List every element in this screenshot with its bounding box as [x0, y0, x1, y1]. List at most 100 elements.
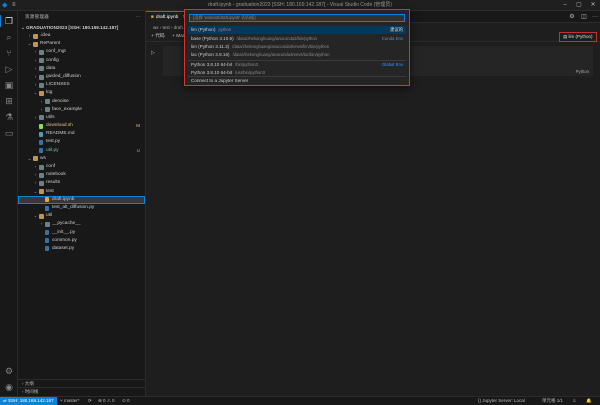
tree-row[interactable]: ⌄ util	[18, 212, 145, 220]
maximize-icon[interactable]: ▢	[572, 0, 586, 11]
chevron-right-icon: ›	[40, 98, 43, 104]
chevron-right-icon: ›	[34, 172, 37, 178]
jupyter-server-indicator[interactable]: {} Jupyter Server: Local	[478, 397, 525, 405]
close-window-icon[interactable]: ✕	[586, 0, 600, 11]
kernel-option[interactable]: Python 3.8.10 64-bit/bin/python3 Global E…	[188, 61, 406, 69]
tree-row[interactable]: › __pycache__	[18, 220, 145, 228]
tree-row[interactable]: › data	[18, 65, 145, 73]
kernel-option-label: Connect to a Jupyter Server	[191, 78, 249, 83]
outline-section[interactable]: › 大纲	[18, 379, 145, 387]
notifications-icon[interactable]: 🔔	[586, 397, 592, 405]
kernel-option[interactable]: lim (Python) python 建议的	[188, 26, 406, 34]
extensions-icon[interactable]: ⊞	[3, 95, 15, 107]
more-actions-editor-icon[interactable]: ···	[591, 13, 599, 21]
feedback-icon[interactable]: ☺	[572, 397, 577, 405]
kernel-option[interactable]: base (Python 3.10.9)/data/zhekonghuang/a…	[188, 35, 406, 43]
explorer-title: 资源管理器	[25, 14, 49, 19]
chevron-right-icon: ›	[28, 33, 31, 38]
kernel-picker-button[interactable]: ▤ lim (Python)	[559, 32, 597, 42]
tab-label: draft.ipynb	[155, 15, 179, 20]
kernel-option[interactable]: Connect to a Jupyter Server	[188, 77, 406, 85]
cell-language[interactable]: Python	[576, 69, 589, 74]
remote-explorer-icon[interactable]: ▣	[3, 79, 15, 91]
tree-row[interactable]: dataset.py	[18, 245, 145, 253]
run-cell-icon[interactable]: ▷	[151, 50, 157, 56]
kernel-label: lim (Python)	[568, 34, 593, 39]
workspace-root[interactable]: ⌄ GRADUATION2023 [SSH: 180.169.142.187]	[18, 23, 145, 32]
tree-row[interactable]: test.py	[18, 138, 145, 146]
tree-row[interactable]: › denoise	[18, 98, 145, 106]
cell-position[interactable]: 单元格 1/1	[542, 397, 563, 405]
chevron-down-icon: ⌄	[33, 90, 38, 96]
tree-row[interactable]: › conf_mgt	[18, 48, 145, 56]
ports-indicator[interactable]: ⊙ 0	[122, 397, 130, 405]
tree-row-label: test.py	[46, 139, 61, 145]
chevron-right-icon: ›	[34, 65, 37, 71]
file-icon	[45, 197, 49, 203]
tree-row[interactable]: README.md	[18, 130, 145, 138]
tree-row[interactable]: › utils	[18, 114, 145, 122]
tree-row[interactable]: › guided_diffusion	[18, 73, 145, 81]
kernel-option-path: /data/zhekonghuang/anaconda3/envs/lac/bi…	[232, 52, 330, 57]
branch-indicator[interactable]: ⑂ master*	[60, 397, 79, 405]
testing-icon[interactable]: ⚗	[3, 111, 15, 123]
tree-row-label: download.sh	[46, 123, 73, 129]
tree-row[interactable]: ⌄ test	[18, 188, 145, 196]
tree-row[interactable]: download.sh M	[18, 122, 145, 130]
tree-row-label: config	[46, 57, 59, 63]
file-icon	[45, 238, 49, 244]
tree-row-label: test	[46, 188, 54, 194]
tree-row-label: util.py	[46, 147, 59, 153]
kernel-option-label: lim (Python)	[191, 27, 216, 32]
remote-indicator[interactable]: ⇌ SSH: 180.169.142.187	[0, 397, 57, 405]
account-icon[interactable]: ◉	[3, 381, 15, 393]
tree-row-label: __init__.py	[52, 229, 76, 235]
chevron-right-icon: ›	[34, 164, 37, 169]
tree-row[interactable]: › conf	[18, 163, 145, 171]
kernel-option[interactable]: lac (Python 3.8.16)/data/zhekonghuang/an…	[188, 51, 406, 59]
explorer-header: 资源管理器 ···	[18, 11, 145, 23]
tree-row[interactable]: › notebook	[18, 171, 145, 179]
source-control-icon[interactable]: ⑂	[3, 47, 15, 59]
tree-row[interactable]: › config	[18, 57, 145, 65]
settings-icon[interactable]: ⚙	[568, 13, 576, 21]
add-code-cell-button[interactable]: + 代码	[151, 34, 165, 39]
kernel-option-category: 建议的	[390, 27, 403, 32]
settings-gear-icon[interactable]: ⚙	[3, 365, 15, 377]
run-debug-icon[interactable]: ▷	[3, 63, 15, 75]
tree-row[interactable]: › face_example	[18, 106, 145, 114]
git-status-badge: M	[136, 123, 140, 129]
file-icon	[45, 205, 49, 211]
more-actions-icon[interactable]: ···	[136, 11, 141, 23]
kernel-option-path: /data/zhekonghuang/anaconda3/bin/python	[236, 36, 317, 41]
folder-icon	[33, 41, 38, 47]
explorer-icon[interactable]: ❐	[0, 15, 15, 27]
timeline-section[interactable]: › 时间线	[18, 387, 145, 395]
tree-row[interactable]: draft.ipynb	[18, 195, 145, 204]
kernel-option-label: Python 3.8.10 64-bit	[191, 62, 233, 67]
split-editor-icon[interactable]: ◫	[580, 13, 588, 21]
chat-icon[interactable]: ▭	[3, 127, 15, 139]
tree-row[interactable]: › .idea	[18, 32, 145, 40]
kernel-option[interactable]: lim (Python 3.11.3)/data/zhekonghuang/an…	[188, 43, 406, 51]
folder-icon	[39, 90, 44, 96]
chevron-right-icon: ›	[34, 73, 37, 79]
problems-indicator[interactable]: ⊗ 0 ⚠ 0	[98, 397, 115, 405]
tab-draft-ipynb[interactable]: ■draft.ipynb✕	[146, 11, 186, 23]
folder-icon	[39, 66, 44, 72]
tree-row[interactable]: __init__.py	[18, 229, 145, 237]
search-icon[interactable]: ⌕	[3, 31, 15, 43]
tree-row[interactable]: › LICENSES	[18, 81, 145, 89]
sync-icon[interactable]: ⟳	[88, 397, 92, 405]
tree-row-label: __pycache__	[52, 221, 81, 227]
quick-pick-input[interactable]: [选择 'ws/test/draft.ipynb' 的内核]	[189, 14, 405, 22]
tree-row[interactable]: test_alt_diffusion.py	[18, 204, 145, 212]
tree-row[interactable]: util.py U	[18, 147, 145, 155]
minimize-icon[interactable]: –	[558, 0, 572, 11]
tree-row[interactable]: › results	[18, 179, 145, 187]
tree-row[interactable]: ⌄ ReParent	[18, 40, 145, 48]
tree-row[interactable]: common.py	[18, 237, 145, 245]
tree-row[interactable]: ⌄ ws	[18, 155, 145, 163]
tree-row[interactable]: ⌄ log	[18, 89, 145, 97]
chevron-right-icon: ›	[34, 57, 37, 63]
